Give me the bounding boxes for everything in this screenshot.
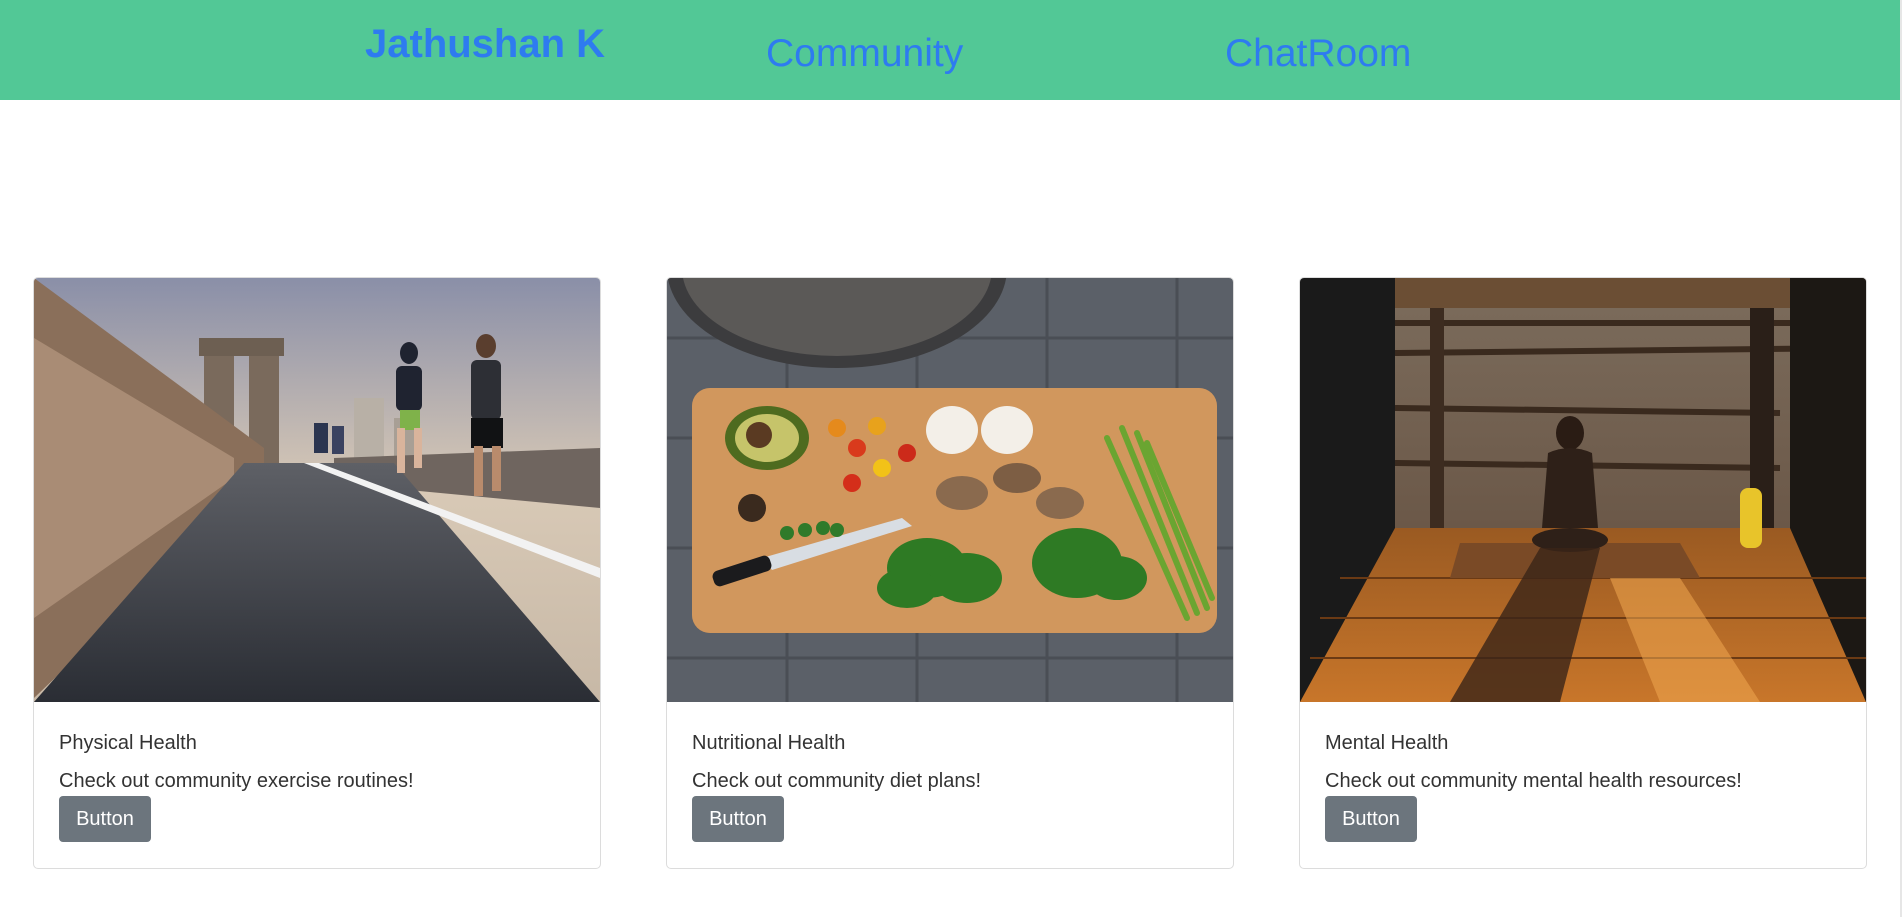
card-title: Physical Health (59, 732, 197, 754)
physical-health-button[interactable]: Button (59, 796, 151, 842)
nav-link-chatroom[interactable]: ChatRoom (1225, 32, 1411, 76)
meditation-image (1300, 278, 1866, 702)
nutritional-health-button[interactable]: Button (692, 796, 784, 842)
card-text: Check out community exercise routines! (59, 770, 414, 792)
card-mental-health: Mental Health Check out community mental… (1299, 277, 1867, 869)
card-title: Mental Health (1325, 732, 1449, 754)
navbar: Jathushan K Community ChatRoom (0, 0, 1900, 100)
mental-health-button[interactable]: Button (1325, 796, 1417, 842)
card-image-nutritional (667, 278, 1233, 702)
card-physical-health: Physical Health Check out community exer… (33, 277, 601, 869)
card-text: Check out community mental health resour… (1325, 770, 1742, 792)
card-nutritional-health: Nutritional Health Check out community d… (666, 277, 1234, 869)
card-title: Nutritional Health (692, 732, 846, 754)
jogging-bridge-image (34, 278, 600, 702)
cutting-board-image (667, 278, 1233, 702)
card-image-physical (34, 278, 600, 702)
brand-link[interactable]: Jathushan K (365, 22, 605, 67)
card-text: Check out community diet plans! (692, 770, 982, 792)
nav-link-community[interactable]: Community (766, 32, 963, 76)
card-image-mental (1300, 278, 1866, 702)
